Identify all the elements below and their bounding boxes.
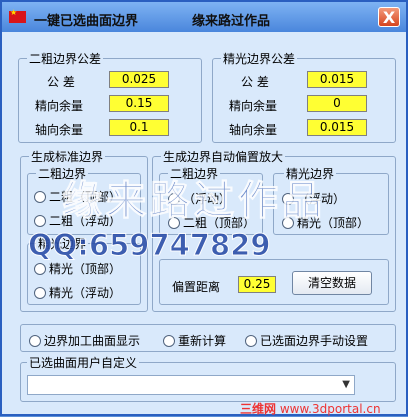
clear-data-button[interactable]: 清空数据 [292, 271, 372, 295]
rough-tol-field[interactable]: 0.025 [109, 71, 169, 88]
custom-surface-select[interactable]: ▼ [27, 375, 355, 395]
auto-offset-legend: 生成边界自动偏置放大 [161, 148, 286, 165]
show-machining-surface-radio[interactable]: 边界加工曲面显示 [29, 332, 140, 349]
rough-radial-label: 精向余量 [35, 99, 84, 113]
std-finish-float-radio[interactable]: 精光（浮动） [34, 284, 121, 301]
chevron-down-icon: ▼ [342, 379, 350, 390]
offset-distance-field[interactable]: 0.25 [238, 276, 276, 293]
custom-legend: 已选曲面用户自定义 [27, 354, 140, 371]
title-bar: 一键已选曲面边界 缘来路过作品 X [2, 2, 406, 32]
finish-tolerance-group: 精光边界公差 公 差 0.015 精向余量 0 轴向余量 0.015 [212, 50, 396, 143]
offset-distance-group: 偏置距离 0.25 清空数据 [159, 259, 389, 305]
main-window: 一键已选曲面边界 缘来路过作品 X 二粗边界公差 公 差 0.025 精向余量 … [0, 0, 408, 416]
radio-icon [163, 334, 175, 347]
finish-tolerance-legend: 精光边界公差 [221, 50, 298, 67]
watermark-qq: QQ:659747829 [28, 228, 272, 263]
finish-radial-field[interactable]: 0 [307, 95, 367, 112]
rough-tolerance-group: 二粗边界公差 公 差 0.025 精向余量 0.15 轴向余量 0.1 [18, 50, 202, 143]
author-label: 缘来路过作品 [192, 14, 271, 29]
recalculate-radio[interactable]: 重新计算 [163, 332, 226, 349]
rough-axial-field[interactable]: 0.1 [109, 119, 169, 136]
radio-icon [34, 286, 46, 299]
watermark-text: 缘来路过作品 [62, 178, 326, 225]
radio-icon [245, 334, 257, 347]
finish-axial-field[interactable]: 0.015 [307, 119, 367, 136]
finish-tol-label: 公 差 [241, 75, 269, 89]
radio-icon [34, 214, 46, 227]
finish-axial-label: 轴向余量 [229, 123, 278, 137]
finish-radial-label: 精向余量 [229, 99, 278, 113]
rough-axial-label: 轴向余量 [35, 123, 84, 137]
flag-icon [9, 8, 26, 23]
site-watermark: 三维网 www.3dportal.cn [240, 402, 381, 416]
radio-icon [34, 190, 46, 203]
radio-icon [34, 262, 46, 275]
close-button[interactable]: X [378, 7, 400, 27]
finish-tol-field[interactable]: 0.015 [307, 71, 367, 88]
rough-tol-label: 公 差 [47, 75, 75, 89]
actions-group: 边界加工曲面显示 重新计算 已选面边界手动设置 [20, 324, 396, 352]
manual-boundary-radio[interactable]: 已选面边界手动设置 [245, 332, 368, 349]
rough-tolerance-legend: 二粗边界公差 [27, 50, 104, 67]
std-finish-top-radio[interactable]: 精光（顶部） [34, 260, 121, 277]
offset-distance-label: 偏置距离 [172, 280, 221, 294]
std-boundary-legend: 生成标准边界 [29, 148, 106, 165]
rough-radial-field[interactable]: 0.15 [109, 95, 169, 112]
window-title: 一键已选曲面边界 [34, 14, 139, 29]
radio-icon [29, 334, 41, 347]
